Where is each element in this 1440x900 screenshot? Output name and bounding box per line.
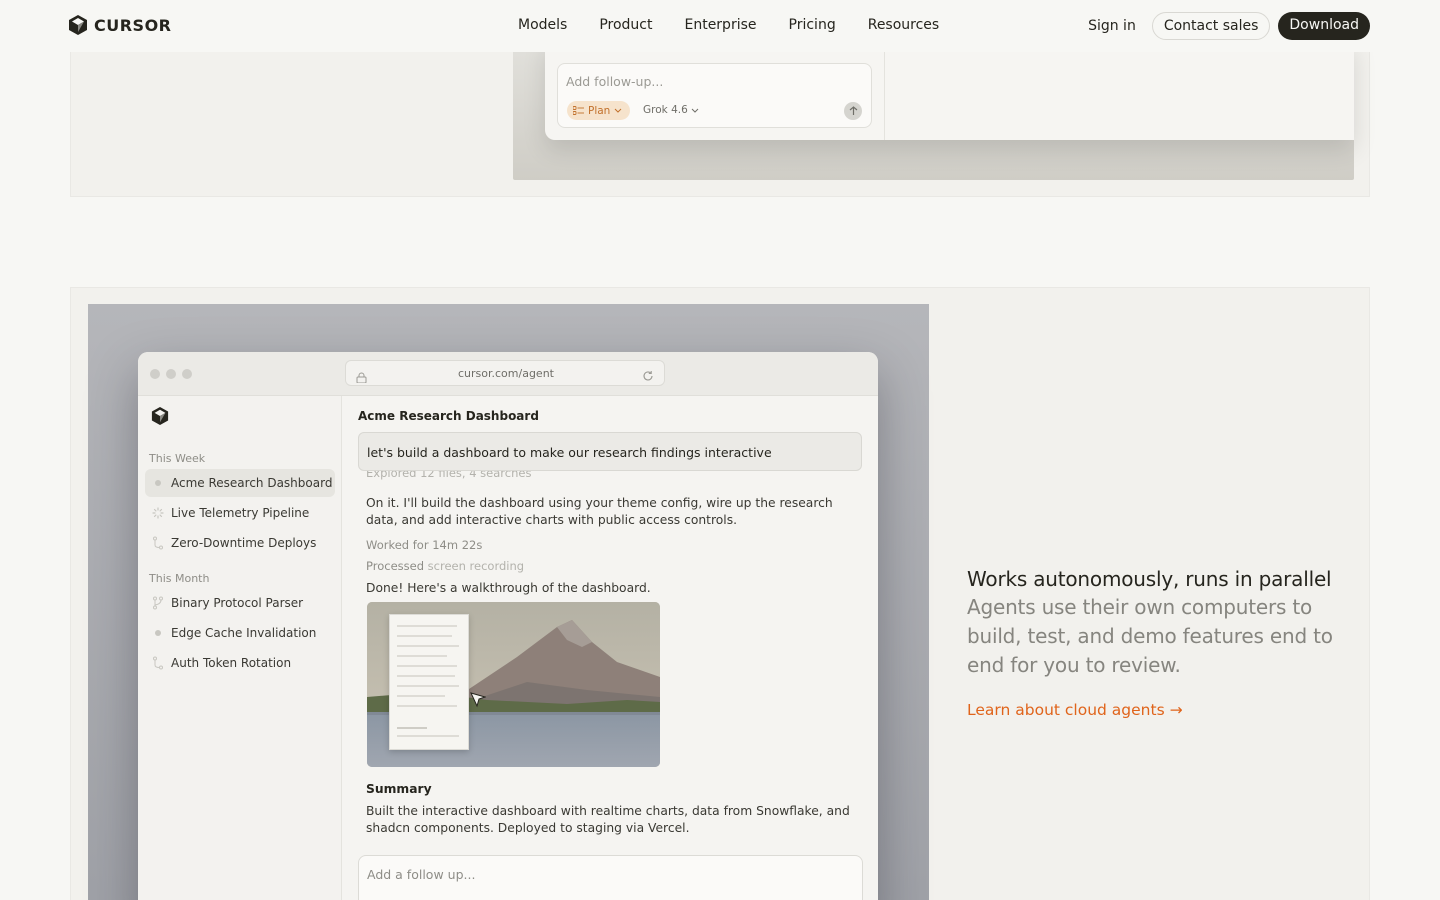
feature-description: Agents use their own computers to build,… <box>967 595 1333 677</box>
section-this-week: This Week <box>149 452 206 465</box>
doc-line <box>397 645 459 647</box>
nav-link-enterprise[interactable]: Enterprise <box>684 17 756 33</box>
processed-value: screen recording <box>427 559 525 573</box>
worked-for-status: Worked for 14m 22s <box>366 538 483 552</box>
plan-mode-pill[interactable]: Plan <box>567 101 631 120</box>
cursor-logo-icon <box>69 15 87 35</box>
sidebar-item-acme-research-dashboard[interactable]: Acme Research Dashboard <box>145 469 335 497</box>
pane-divider <box>884 40 885 140</box>
traffic-light-minimize[interactable] <box>166 369 176 379</box>
top-followup-placeholder: Add follow-up... <box>566 74 664 89</box>
browser-titlebar: cursor.com/agent <box>138 352 878 396</box>
conversation-pane: Acme Research Dashboard Explored 12 file… <box>343 396 878 900</box>
demo-browser-window: cursor.com/agent This Week Acme Research… <box>138 352 878 900</box>
cursor-pointer-icon <box>470 692 486 708</box>
top-nav: CURSOR Models Product Enterprise Pricing… <box>0 0 1440 52</box>
demo-backdrop: cursor.com/agent This Week Acme Research… <box>88 304 929 900</box>
processed-status: Processed screen recording <box>366 559 524 573</box>
agent-reply-1: On it. I'll build the dashboard using yo… <box>366 496 833 527</box>
sidebar-item-zero-downtime-deploys[interactable]: Zero-Downtime Deploys <box>145 529 335 557</box>
previous-feature-card: Add follow-up... Plan Grok 4.6 <box>70 34 1370 197</box>
url-bar[interactable]: cursor.com/agent <box>345 360 665 386</box>
doc-line <box>397 695 445 697</box>
top-preview-frame: Add follow-up... Plan Grok 4.6 <box>513 34 1354 180</box>
sidebar-item-label: Binary Protocol Parser <box>171 596 304 610</box>
nav-link-pricing[interactable]: Pricing <box>789 17 836 33</box>
reload-icon[interactable] <box>642 367 654 386</box>
sidebar-item-label: Zero-Downtime Deploys <box>171 536 317 550</box>
followup-input[interactable]: Add a follow up... <box>358 855 863 900</box>
plan-mode-label: Plan <box>588 104 611 117</box>
branch-icon <box>145 536 171 550</box>
chevron-down-icon <box>614 108 622 113</box>
doc-line <box>397 735 459 737</box>
conversation-title: Acme Research Dashboard <box>358 409 539 423</box>
model-label: Grok 4.6 <box>643 104 688 116</box>
learn-cloud-agents-link[interactable]: Learn about cloud agents → <box>967 701 1183 719</box>
feature-title: Works autonomously, runs in parallel <box>967 567 1332 591</box>
doc-line <box>397 675 455 677</box>
walkthrough-video[interactable] <box>367 602 660 767</box>
sidebar-item-label: Acme Research Dashboard <box>171 476 333 490</box>
agent-reply-2: Done! Here's a walkthrough of the dashbo… <box>366 581 651 595</box>
logo-text: CURSOR <box>94 15 172 35</box>
nav-actions: Sign in Contact sales Download <box>1084 12 1370 40</box>
nav-links: Models Product Enterprise Pricing Resour… <box>518 17 971 33</box>
dot-icon <box>145 480 171 486</box>
sidebar-item-edge-cache-invalidation[interactable]: Edge Cache Invalidation <box>145 619 335 647</box>
nav-link-product[interactable]: Product <box>599 17 652 33</box>
traffic-light-zoom[interactable] <box>182 369 192 379</box>
spinner-icon <box>145 507 171 519</box>
download-button[interactable]: Download <box>1278 12 1370 40</box>
sidebar-item-auth-token-rotation[interactable]: Auth Token Rotation <box>145 649 335 677</box>
sign-in-link[interactable]: Sign in <box>1084 13 1140 39</box>
top-followup-box[interactable]: Add follow-up... Plan Grok 4.6 <box>557 63 872 128</box>
user-message: let's build a dashboard to make our rese… <box>358 432 862 471</box>
model-selector[interactable]: Grok 4.6 <box>643 104 699 116</box>
doc-line <box>397 705 457 707</box>
branch-icon <box>145 596 171 610</box>
doc-line <box>397 685 459 687</box>
contact-sales-button[interactable]: Contact sales <box>1151 12 1271 40</box>
branch-icon <box>145 656 171 670</box>
traffic-light-close[interactable] <box>150 369 160 379</box>
sidebar-item-label: Auth Token Rotation <box>171 656 292 670</box>
logo[interactable]: CURSOR <box>68 14 172 36</box>
send-button[interactable] <box>844 102 862 120</box>
feature-text: Works autonomously, runs in parallel Age… <box>967 565 1357 680</box>
doc-line <box>397 665 457 667</box>
doc-line <box>397 625 457 627</box>
chevron-down-icon <box>691 108 699 113</box>
dot-icon <box>145 630 171 636</box>
processed-label: Processed <box>366 559 424 573</box>
sidebar-item-label: Edge Cache Invalidation <box>171 626 317 640</box>
summary-text: Built the interactive dashboard with rea… <box>366 804 850 835</box>
doc-line <box>397 727 427 729</box>
doc-line <box>397 635 452 637</box>
url-text: cursor.com/agent <box>458 367 554 380</box>
sidebar-item-label: Live Telemetry Pipeline <box>171 506 310 520</box>
arrow-up-icon <box>849 106 857 115</box>
top-preview-window: Add follow-up... Plan Grok 4.6 <box>545 34 1354 140</box>
nav-link-resources[interactable]: Resources <box>868 17 940 33</box>
sidebar-item-binary-protocol-parser[interactable]: Binary Protocol Parser <box>145 589 335 617</box>
nav-link-models[interactable]: Models <box>518 17 567 33</box>
dashboard-doc-preview <box>389 614 469 750</box>
sidebar-item-live-telemetry-pipeline[interactable]: Live Telemetry Pipeline <box>145 499 335 527</box>
cursor-logo-icon[interactable] <box>151 406 169 430</box>
doc-line <box>397 655 447 657</box>
section-this-month: This Month <box>149 572 210 585</box>
followup-placeholder: Add a follow up... <box>367 867 476 882</box>
agent-sidebar: This Week Acme Research Dashboard Live T… <box>138 396 342 900</box>
checklist-icon <box>573 106 584 115</box>
summary-heading: Summary <box>366 782 432 796</box>
